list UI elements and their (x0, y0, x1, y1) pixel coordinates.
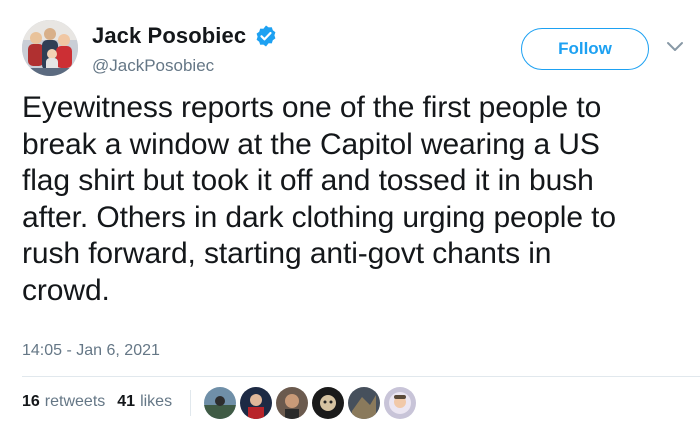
retweets-label: retweets (44, 393, 106, 410)
likes-count: 41 (117, 393, 136, 410)
verified-badge-icon (254, 24, 278, 48)
liker-avatar-6[interactable] (383, 386, 417, 420)
tweet-timestamp[interactable]: 14:05 - Jan 6, 2021 (22, 342, 160, 360)
tweet-stats: 16 retweets 41 likes (22, 393, 184, 411)
retweets-count: 16 (22, 393, 40, 410)
tweet-text: Eyewitness reports one of the first peop… (22, 91, 616, 307)
chevron-down-icon[interactable] (666, 40, 684, 54)
liker-avatar-2[interactable] (239, 386, 273, 420)
likes-label: likes (140, 393, 173, 410)
follow-button[interactable]: Follow (521, 28, 649, 70)
display-name[interactable]: Jack Posobiec (92, 23, 246, 49)
user-avatar[interactable] (22, 20, 78, 76)
retweets-stat[interactable]: 16 retweets (22, 393, 117, 411)
liker-avatar-1[interactable] (203, 386, 237, 420)
liker-avatar-3[interactable] (275, 386, 309, 420)
stats-separator (190, 390, 191, 416)
likers-avatars (203, 386, 419, 420)
avatar-photo-icon (22, 20, 78, 76)
divider (22, 376, 700, 377)
likes-stat[interactable]: 41 likes (117, 393, 184, 411)
liker-avatar-5[interactable] (347, 386, 381, 420)
user-handle[interactable]: @JackPosobiec (92, 56, 278, 76)
liker-avatar-4[interactable] (311, 386, 345, 420)
tweet-card: Jack Posobiec @JackPosobiec Follow Eyewi… (0, 0, 700, 432)
user-name-block: Jack Posobiec @JackPosobiec (92, 22, 278, 76)
